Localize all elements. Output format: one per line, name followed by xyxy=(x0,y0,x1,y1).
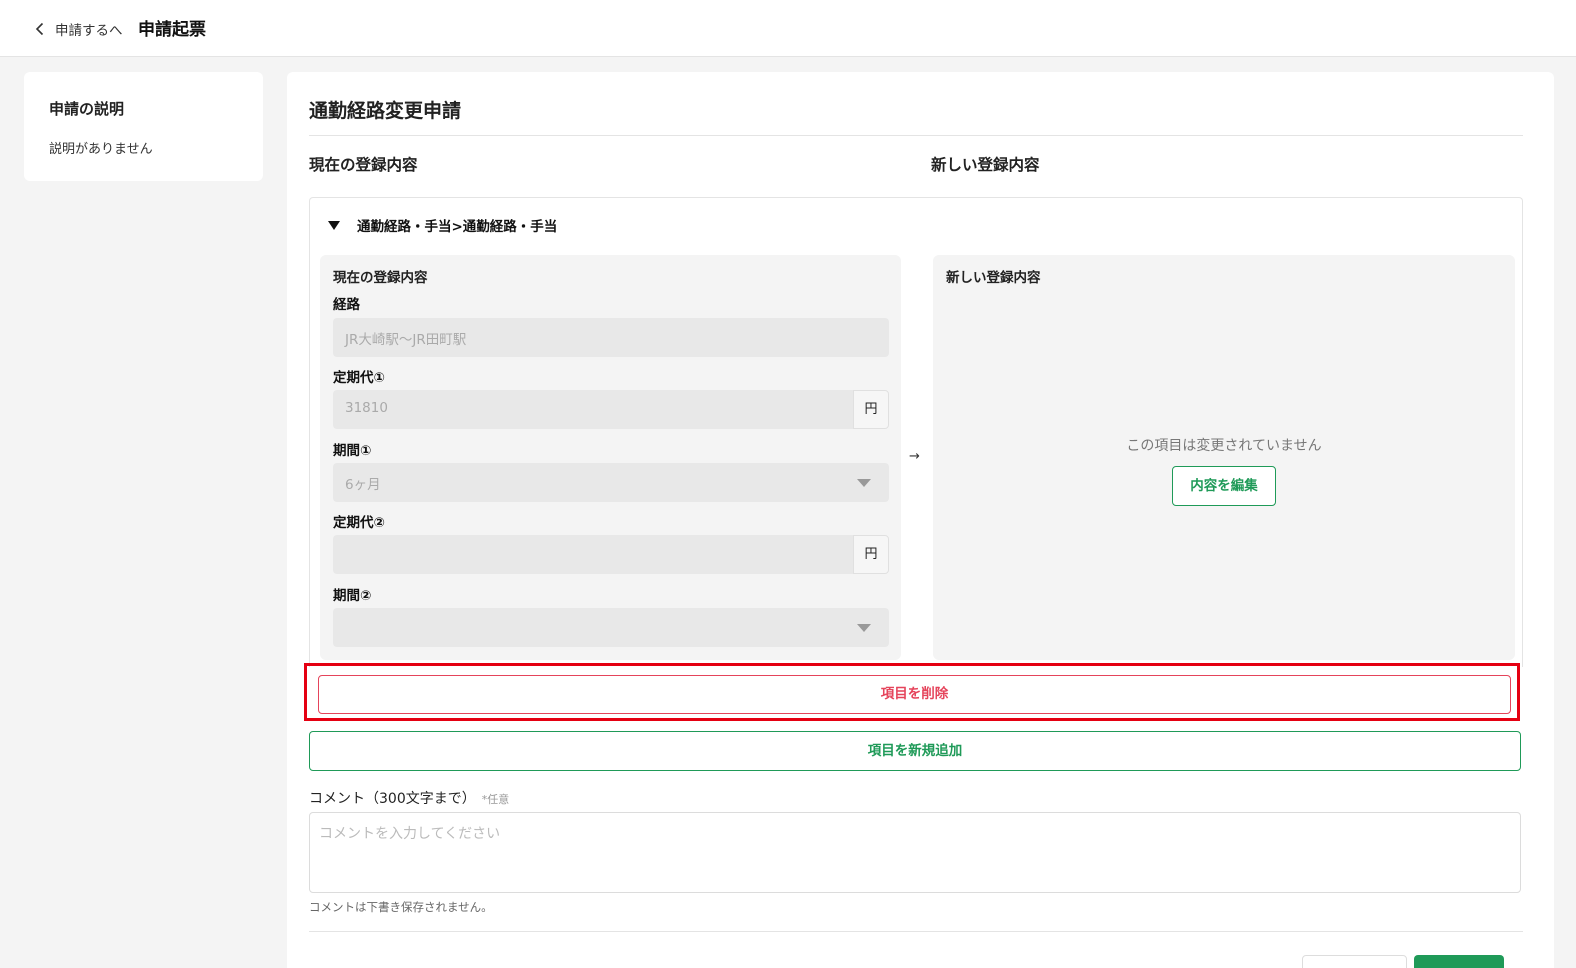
fare2-label: 定期代② xyxy=(333,515,385,531)
description-card: 申請の説明 説明がありません xyxy=(24,72,263,181)
fare1-unit: 円 xyxy=(853,390,889,429)
new-values-panel: 新しい登録内容 この項目は変更されていません 内容を編集 xyxy=(933,255,1515,660)
period2-select xyxy=(333,608,889,647)
comment-input[interactable] xyxy=(309,812,1521,893)
period1-select: 6ヶ月 xyxy=(333,463,889,502)
top-bar: 申請するへ 申請起票 xyxy=(0,0,1576,57)
fare2-field xyxy=(333,535,853,574)
divider xyxy=(309,135,1523,136)
delete-item-button[interactable]: 項目を削除 xyxy=(318,675,1511,714)
comment-label: コメント（300文字まで） *任意 xyxy=(309,788,509,808)
application-form: 通勤経路変更申請 現在の登録内容 新しい登録内容 通勤経路・手当>通勤経路・手当… xyxy=(287,72,1554,968)
description-text: 説明がありません xyxy=(49,142,153,157)
primary-footer-button[interactable] xyxy=(1414,955,1504,968)
dropdown-caret-icon xyxy=(857,479,871,487)
dropdown-caret-icon xyxy=(857,624,871,632)
secondary-footer-button[interactable] xyxy=(1302,955,1407,968)
caret-down-icon xyxy=(328,220,340,230)
new-column-heading: 新しい登録内容 xyxy=(931,156,1040,174)
divider xyxy=(309,931,1523,932)
page-title: 申請起票 xyxy=(138,20,206,40)
item-section: 通勤経路・手当>通勤経路・手当 現在の登録内容 経路 JR大崎駅〜JR田町駅 定… xyxy=(309,197,1523,667)
optional-marker: *任意 xyxy=(481,793,510,806)
add-item-button[interactable]: 項目を新規追加 xyxy=(309,731,1521,771)
period1-label: 期間① xyxy=(333,443,372,459)
no-change-message: この項目は変更されていません xyxy=(1126,438,1322,454)
chevron-left-icon xyxy=(35,22,44,36)
fare2-unit: 円 xyxy=(853,535,889,574)
form-title: 通勤経路変更申請 xyxy=(309,100,462,122)
back-link[interactable]: 申請するへ xyxy=(33,17,123,41)
period1-value: 6ヶ月 xyxy=(345,477,381,493)
route-label: 経路 xyxy=(333,297,360,313)
arrow-right-icon: → xyxy=(909,449,920,464)
comment-label-text: コメント（300文字まで） xyxy=(309,791,476,807)
route-field: JR大崎駅〜JR田町駅 xyxy=(333,318,889,357)
new-panel-title: 新しい登録内容 xyxy=(946,270,1041,286)
fare1-field: 31810 xyxy=(333,390,853,429)
current-column-heading: 現在の登録内容 xyxy=(309,156,418,174)
current-values-panel: 現在の登録内容 経路 JR大崎駅〜JR田町駅 定期代① 31810 円 期間① … xyxy=(320,255,901,660)
fare1-label: 定期代① xyxy=(333,370,385,386)
section-toggle[interactable]: 通勤経路・手当>通勤経路・手当 xyxy=(328,215,557,235)
current-panel-title: 現在の登録内容 xyxy=(333,270,428,286)
back-link-label: 申請するへ xyxy=(55,23,123,39)
description-title: 申請の説明 xyxy=(49,100,125,118)
section-title: 通勤経路・手当>通勤経路・手当 xyxy=(357,219,558,235)
period2-label: 期間② xyxy=(333,588,372,604)
edit-content-button[interactable]: 内容を編集 xyxy=(1172,466,1276,506)
comment-note: コメントは下書き保存されません。 xyxy=(309,900,493,914)
